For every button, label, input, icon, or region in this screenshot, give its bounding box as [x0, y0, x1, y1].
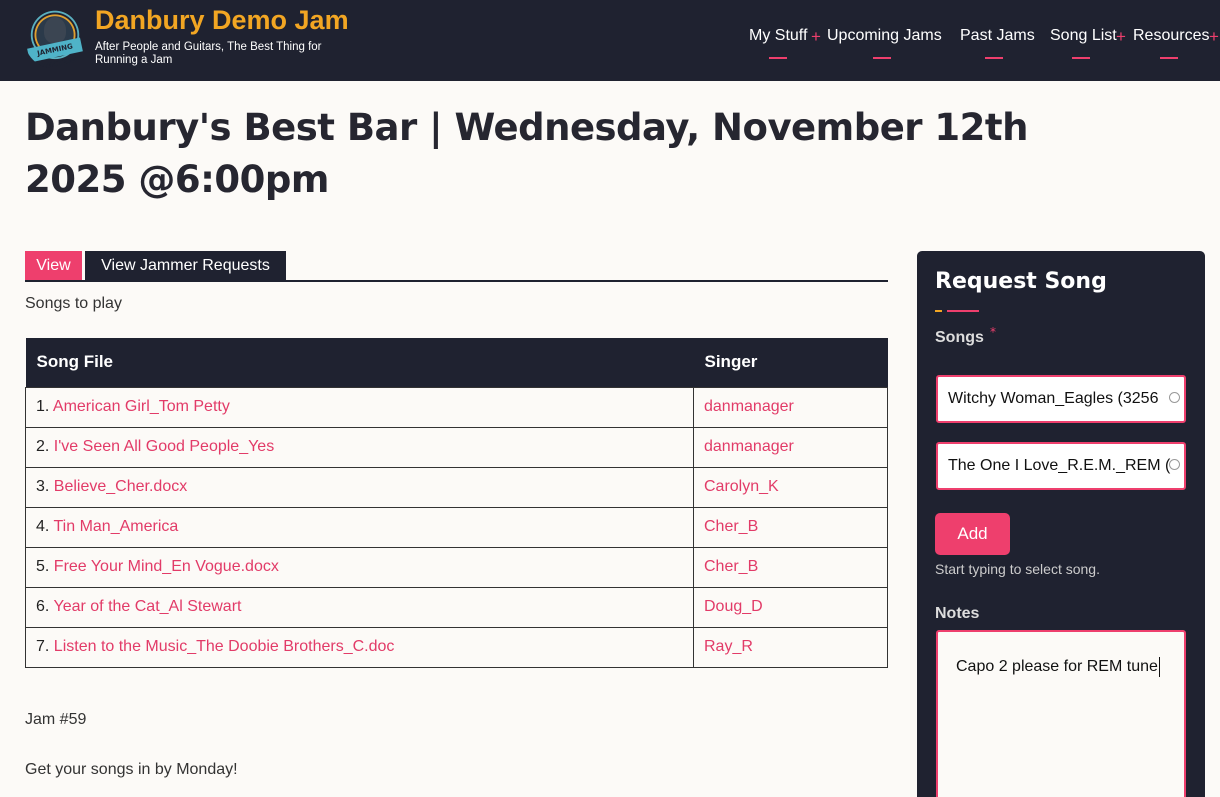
song-link[interactable]: Free Your Mind_En Vogue.docx	[54, 558, 279, 575]
nav-underline	[1072, 57, 1090, 59]
nav-label: Song List	[1050, 27, 1117, 44]
notes-value: Capo 2 please for REM tune	[956, 658, 1158, 675]
plus-icon: +	[1116, 27, 1126, 46]
plus-icon: +	[1209, 27, 1219, 46]
song-link[interactable]: I've Seen All Good People_Yes	[54, 438, 274, 455]
song-cell: 4. Tin Man_America	[25, 506, 694, 548]
nav-song-list[interactable]: Song List +	[1050, 27, 1126, 59]
title-underline-accent	[935, 310, 942, 312]
site-logo[interactable]: JAMMING JUNCTION	[24, 7, 86, 69]
table-row: 7. Listen to the Music_The Doobie Brothe…	[25, 626, 888, 668]
table-row: 4. Tin Man_America Cher_B	[25, 506, 888, 548]
clear-icon[interactable]	[1169, 392, 1180, 403]
title-underline	[947, 310, 979, 312]
song-link[interactable]: Listen to the Music_The Doobie Brothers_…	[54, 638, 395, 655]
song-hint: Start typing to select song.	[935, 561, 1100, 577]
table-row: 1. American Girl_Tom Petty danmanager	[25, 386, 888, 428]
row-number: 5.	[36, 558, 50, 575]
song-cell: 6. Year of the Cat_Al Stewart	[25, 586, 694, 628]
table-row: 2. I've Seen All Good People_Yes danmana…	[25, 426, 888, 468]
nav-resources[interactable]: Resources +	[1133, 27, 1219, 59]
table-row: 5. Free Your Mind_En Vogue.docx Cher_B	[25, 546, 888, 588]
column-header-song-file: Song File	[25, 338, 694, 387]
nav-label: Past Jams	[960, 27, 1035, 44]
song-select-value: Witchy Woman_Eagles (3256	[948, 390, 1159, 407]
song-link[interactable]: American Girl_Tom Petty	[53, 398, 230, 415]
singer-cell: Ray_R	[693, 626, 888, 668]
song-cell: 1. American Girl_Tom Petty	[25, 386, 694, 428]
jam-note: Get your songs in by Monday!	[25, 761, 238, 778]
row-number: 1.	[36, 398, 50, 415]
nav-my-stuff[interactable]: My Stuff +	[749, 27, 821, 59]
clear-icon[interactable]	[1169, 459, 1180, 470]
nav-underline	[769, 57, 787, 59]
song-table: Song File Singer 1. American Girl_Tom Pe…	[25, 338, 888, 668]
singer-cell: danmanager	[693, 426, 888, 468]
row-number: 7.	[36, 638, 50, 655]
nav-label: Upcoming Jams	[827, 27, 942, 44]
singer-cell: danmanager	[693, 386, 888, 428]
nav-past-jams[interactable]: Past Jams	[960, 27, 1035, 59]
singer-link[interactable]: Ray_R	[704, 638, 753, 655]
song-link[interactable]: Tin Man_America	[54, 518, 179, 535]
singer-link[interactable]: danmanager	[704, 438, 794, 455]
song-link[interactable]: Year of the Cat_Al Stewart	[54, 598, 242, 615]
tab-view-jammer-requests[interactable]: View Jammer Requests	[85, 251, 286, 280]
singer-cell: Cher_B	[693, 506, 888, 548]
panel-title: Request Song	[935, 269, 1107, 294]
song-select-1[interactable]: Witchy Woman_Eagles (3256	[936, 375, 1186, 423]
nav-underline	[873, 57, 891, 59]
site-tagline: After People and Guitars, The Best Thing…	[95, 41, 322, 66]
guitarist-icon	[44, 17, 66, 43]
table-header-row: Song File Singer	[25, 338, 888, 387]
notes-textarea[interactable]: Capo 2 please for REM tune	[936, 630, 1186, 797]
song-link[interactable]: Believe_Cher.docx	[54, 478, 187, 495]
song-cell: 7. Listen to the Music_The Doobie Brothe…	[25, 626, 694, 668]
site-title[interactable]: Danbury Demo Jam	[95, 5, 349, 36]
nav-upcoming-jams[interactable]: Upcoming Jams	[827, 27, 942, 59]
jam-number: Jam #59	[25, 711, 87, 728]
song-cell: 3. Believe_Cher.docx	[25, 466, 694, 508]
table-row: 3. Believe_Cher.docx Carolyn_K	[25, 466, 888, 508]
singer-link[interactable]: Carolyn_K	[704, 478, 779, 495]
nav-label: Resources	[1133, 27, 1210, 44]
plus-icon: +	[811, 27, 821, 46]
singer-cell: Cher_B	[693, 546, 888, 588]
notes-label: Notes	[935, 605, 980, 622]
tab-view[interactable]: View	[25, 251, 82, 280]
row-number: 4.	[36, 518, 50, 535]
nav-underline	[985, 57, 1003, 59]
nav-underline	[1160, 57, 1178, 59]
row-number: 3.	[36, 478, 50, 495]
singer-link[interactable]: Cher_B	[704, 518, 758, 535]
page-title: Danbury's Best Bar | Wednesday, November…	[25, 106, 1028, 201]
song-select-value: The One I Love_R.E.M._REM (	[948, 457, 1171, 474]
row-number: 6.	[36, 598, 50, 615]
site-header: JAMMING JUNCTION Danbury Demo Jam After …	[0, 0, 1220, 81]
songs-label: Songs	[935, 329, 984, 346]
text-caret	[1158, 656, 1160, 677]
songs-to-play-label: Songs to play	[25, 295, 122, 312]
singer-link[interactable]: danmanager	[704, 398, 794, 415]
singer-link[interactable]: Cher_B	[704, 558, 758, 575]
table-row: 6. Year of the Cat_Al Stewart Doug_D	[25, 586, 888, 628]
song-cell: 5. Free Your Mind_En Vogue.docx	[25, 546, 694, 588]
row-number: 2.	[36, 438, 50, 455]
required-star-icon: *	[990, 325, 996, 339]
tab-divider	[25, 280, 888, 282]
nav-label: My Stuff	[749, 27, 808, 44]
request-song-panel: Request Song Songs * Witchy Woman_Eagles…	[917, 251, 1205, 797]
singer-cell: Carolyn_K	[693, 466, 888, 508]
song-cell: 2. I've Seen All Good People_Yes	[25, 426, 694, 468]
song-select-2[interactable]: The One I Love_R.E.M._REM (	[936, 442, 1186, 490]
singer-cell: Doug_D	[693, 586, 888, 628]
column-header-singer: Singer	[693, 338, 888, 387]
add-button[interactable]: Add	[935, 513, 1010, 555]
singer-link[interactable]: Doug_D	[704, 598, 763, 615]
